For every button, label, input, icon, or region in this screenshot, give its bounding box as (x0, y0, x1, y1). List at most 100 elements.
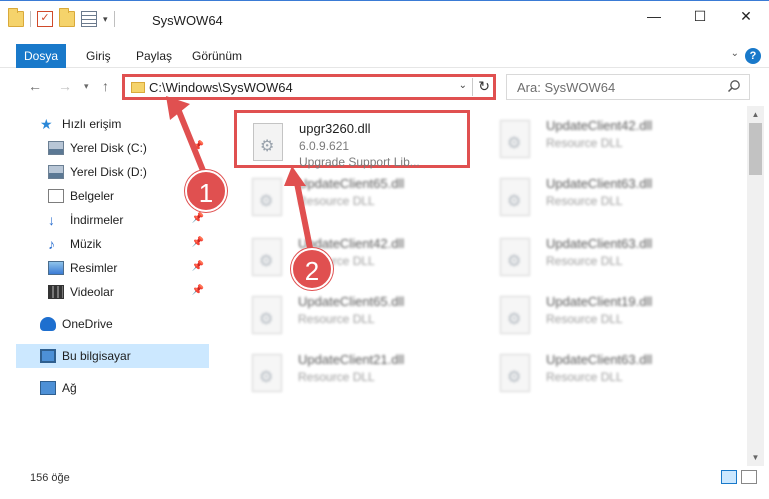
large-icons-view-icon[interactable] (741, 470, 757, 484)
sidebar-item-quick-access[interactable]: ★ Hızlı erişim (0, 112, 210, 136)
star-icon: ★ (40, 116, 53, 132)
file-item[interactable]: UpdateClient42.dll Resource DLL (236, 228, 472, 286)
scroll-up-icon[interactable]: ▲ (747, 106, 764, 123)
pin-icon[interactable]: 📌 (192, 213, 204, 224)
dll-file-icon (500, 238, 530, 276)
sidebar-item-local-disk-c[interactable]: Yerel Disk (C:) 📌 (0, 136, 210, 160)
folder-icon (131, 82, 145, 93)
recent-locations-icon[interactable]: ▾ (84, 81, 89, 92)
file-item[interactable]: UpdateClient65.dll Resource DLL (236, 168, 472, 226)
dll-file-icon (252, 354, 282, 392)
dll-file-icon (500, 296, 530, 334)
folder-icon[interactable] (8, 8, 24, 27)
file-item[interactable]: UpdateClient65.dll Resource DLL (236, 286, 472, 344)
file-item[interactable]: UpdateClient19.dll Resource DLL (484, 286, 720, 344)
sidebar-item-onedrive[interactable]: OneDrive (0, 312, 210, 336)
pin-icon[interactable]: 📌 (192, 237, 204, 248)
help-icon[interactable]: ? (745, 48, 761, 64)
item-count: 156 öğe (30, 472, 70, 484)
up-arrow-icon[interactable]: ↑ (102, 78, 109, 94)
maximize-button[interactable]: ☐ (677, 1, 723, 31)
window-controls: — ☐ ✕ (631, 1, 769, 31)
details-view-icon[interactable] (721, 470, 737, 484)
file-item[interactable]: UpdateClient21.dll Resource DLL (236, 344, 472, 402)
dll-file-icon (252, 296, 282, 334)
close-button[interactable]: ✕ (723, 1, 769, 31)
file-name: UpdateClient63.dll (546, 236, 653, 251)
search-box[interactable]: Ara: SysWOW64 (506, 74, 750, 100)
file-item[interactable]: UpdateClient42.dll Resource DLL (484, 110, 720, 168)
vertical-scrollbar[interactable]: ▲ ▼ (747, 106, 764, 466)
window-title: SysWOW64 (152, 13, 223, 28)
tab-view[interactable]: Görünüm (184, 44, 250, 68)
ribbon-tabs: Dosya Giriş Paylaş Görünüm ⌄ ? (0, 44, 769, 68)
refresh-icon[interactable]: ↻ (478, 78, 490, 95)
dll-file-icon (252, 178, 282, 216)
file-description: Resource DLL (546, 312, 623, 326)
file-item[interactable]: UpdateClient63.dll Resource DLL (484, 344, 720, 402)
search-input[interactable]: Ara: SysWOW64 (517, 80, 615, 95)
pin-icon[interactable]: 📌 (192, 285, 204, 296)
sidebar-item-pictures[interactable]: Resimler 📌 (0, 256, 210, 280)
tab-home[interactable]: Giriş (78, 44, 119, 68)
address-bar[interactable]: C:\Windows\SysWOW64 ⌄ ↻ (122, 74, 496, 100)
file-name: UpdateClient65.dll (298, 176, 405, 191)
search-icon[interactable] (727, 79, 741, 93)
file-name: UpdateClient21.dll (298, 352, 405, 367)
annotation-marker-1: 1 (185, 170, 227, 212)
sidebar-item-local-disk-d[interactable]: Yerel Disk (D:) (0, 160, 210, 184)
new-folder-icon[interactable] (59, 8, 75, 27)
view-switcher (721, 470, 757, 484)
pin-icon[interactable]: 📌 (192, 141, 204, 152)
sidebar-item-network[interactable]: Ağ (0, 376, 210, 400)
file-item[interactable]: UpdateClient63.dll Resource DLL (484, 228, 720, 286)
network-icon (40, 381, 56, 395)
quick-access-toolbar: ✓ ▾ (8, 8, 115, 27)
separator (472, 78, 473, 96)
scroll-down-icon[interactable]: ▼ (747, 449, 764, 466)
file-item-upgr3260-dll[interactable]: upgr3260.dll 6.0.9.621 Upgrade Support L… (234, 110, 470, 169)
file-name: UpdateClient63.dll (546, 176, 653, 191)
sidebar-item-downloads[interactable]: ↓ İndirmeler 📌 (0, 208, 210, 232)
sidebar-item-label: İndirmeler (70, 213, 124, 227)
sidebar-item-label: Belgeler (70, 189, 115, 203)
file-name: UpdateClient63.dll (546, 352, 653, 367)
sidebar-item-videos[interactable]: Videolar 📌 (0, 280, 210, 304)
view-icon[interactable] (81, 11, 97, 27)
customize-toolbar-icon[interactable]: ▾ (103, 14, 108, 25)
minimize-button[interactable]: — (631, 1, 677, 31)
address-dropdown-icon[interactable]: ⌄ (459, 80, 467, 91)
back-arrow-icon[interactable]: ← (28, 78, 42, 94)
file-description: Resource DLL (298, 370, 375, 384)
music-icon: ♪ (48, 236, 55, 252)
onedrive-icon (40, 317, 56, 331)
sidebar-item-documents[interactable]: Belgeler (0, 184, 210, 208)
sidebar-item-label: Müzik (70, 237, 102, 251)
sidebar-item-music[interactable]: ♪ Müzik 📌 (0, 232, 210, 256)
sidebar-item-label: OneDrive (62, 317, 113, 331)
file-item[interactable]: UpdateClient63.dll Resource DLL (484, 168, 720, 226)
forward-arrow-icon[interactable]: → (58, 78, 72, 94)
sidebar-item-label: Yerel Disk (C:) (70, 141, 147, 155)
dll-file-icon (500, 120, 530, 158)
address-path[interactable]: C:\Windows\SysWOW64 (149, 80, 293, 95)
pin-icon[interactable]: 📌 (192, 261, 204, 272)
this-pc-icon (40, 349, 56, 363)
drive-icon (48, 165, 64, 179)
separator (30, 11, 31, 27)
file-description: Upgrade Support Lib... (299, 155, 420, 169)
expand-ribbon-icon[interactable]: ⌄ (731, 48, 739, 59)
separator (113, 11, 115, 27)
tab-share[interactable]: Paylaş (128, 44, 180, 68)
dll-file-icon (500, 178, 530, 216)
downloads-icon: ↓ (48, 212, 55, 228)
sidebar-item-this-pc[interactable]: Bu bilgisayar (16, 344, 209, 368)
file-description: Resource DLL (546, 136, 623, 150)
tab-file[interactable]: Dosya (16, 44, 67, 68)
navigation-pane: ★ Hızlı erişim Yerel Disk (C:) 📌 Yerel D… (0, 110, 214, 460)
properties-icon[interactable]: ✓ (37, 11, 53, 27)
sidebar-item-label: Ağ (62, 381, 77, 395)
scrollbar-thumb[interactable] (749, 123, 762, 175)
sidebar-item-label: Hızlı erişim (62, 117, 122, 131)
sidebar-item-label: Yerel Disk (D:) (70, 165, 147, 179)
